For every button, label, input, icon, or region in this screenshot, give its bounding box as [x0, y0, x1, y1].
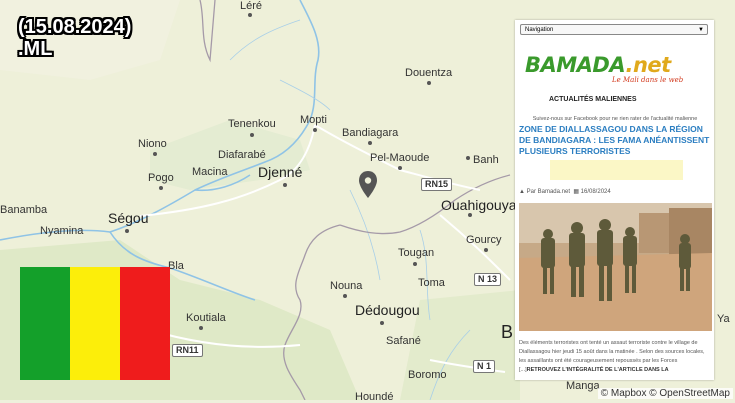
- city-dot: [343, 294, 347, 298]
- city-label: Mopti: [300, 114, 327, 126]
- city-dot: [380, 321, 384, 325]
- city-dot: [250, 133, 254, 137]
- city-label: Bandiagara: [342, 127, 399, 139]
- city-dot: [283, 183, 287, 187]
- calendar-icon: ▦: [573, 189, 579, 195]
- map-pin-icon[interactable]: [357, 170, 379, 202]
- city-label: Tenenkou: [228, 118, 276, 130]
- follow-link[interactable]: Suivez-nous sur Facebook pour ne rien ra…: [519, 116, 711, 122]
- city-label: Gourcy: [466, 234, 502, 246]
- navigation-select-label: Navigation: [525, 27, 554, 33]
- road-shield: N 1: [473, 360, 496, 373]
- city-dot: [398, 166, 402, 170]
- city-dot: [199, 326, 203, 330]
- city-label: Banh: [473, 154, 499, 166]
- city-label: Ya: [717, 313, 730, 325]
- city-dot: [368, 141, 372, 145]
- city-dot: [153, 152, 157, 156]
- city-label: Léré: [240, 0, 263, 12]
- city-label: Macina: [192, 166, 228, 178]
- city-label: Nouna: [330, 280, 363, 292]
- city-dot: [125, 229, 129, 233]
- map-attribution[interactable]: © Mapbox © OpenStreetMap: [597, 388, 733, 399]
- city-dot: [427, 81, 431, 85]
- article-headline[interactable]: ZONE DE DIALLASSAGOU DANS LA RÉGION DE B…: [519, 124, 711, 157]
- city-label: Boromo: [408, 369, 447, 381]
- mali-flag: [20, 267, 170, 380]
- road-shield: RN15: [421, 178, 453, 191]
- ad-placeholder: [550, 160, 683, 180]
- navigation-select[interactable]: Navigation ▼: [520, 24, 708, 35]
- site-logo[interactable]: BAMADA.net: [525, 53, 671, 77]
- date-stamp: (15.08.2024) .ML: [18, 16, 131, 60]
- city-label: Ségou: [108, 210, 149, 226]
- article-author[interactable]: Par Bamada.net: [527, 189, 570, 195]
- city-label: Tougan: [398, 247, 435, 259]
- logo-ext-text: .net: [625, 53, 671, 77]
- city-label: Douentza: [405, 67, 453, 79]
- article-excerpt: Des éléments terroristes ont tenté un as…: [519, 339, 711, 375]
- city-label: Toma: [418, 277, 445, 289]
- article-meta: ▲ Par Bamada.net ▦ 16/08/2024: [519, 188, 611, 195]
- city-label: Bla: [168, 260, 184, 272]
- city-label: Koutiala: [186, 312, 226, 324]
- flag-stripe-green: [20, 267, 70, 380]
- city-dot: [159, 186, 163, 190]
- city-dot: [484, 248, 488, 252]
- section-title: ACTUALITÉS MALIENNES: [549, 96, 637, 103]
- city-dot: [248, 13, 252, 17]
- read-more-link[interactable]: RETROUVEZ L'INTÉGRALITÉ DE L'ARTICLE DAN…: [527, 367, 669, 373]
- road-shield: RN11: [172, 344, 203, 357]
- city-label: Houndé: [355, 391, 394, 403]
- city-label: Banamba: [0, 204, 48, 216]
- city-label: Djenné: [258, 164, 303, 180]
- article-panel: Navigation ▼ BAMADA.net Le Mali dans le …: [515, 20, 714, 380]
- flag-stripe-yellow: [70, 267, 120, 380]
- city-label: Niono: [138, 138, 167, 150]
- author-icon: ▲: [519, 189, 525, 195]
- flag-stripe-red: [120, 267, 170, 380]
- road-shield: N 13: [474, 273, 502, 286]
- article-date: 16/08/2024: [580, 189, 611, 195]
- city-label: Ouahigouya: [441, 197, 517, 213]
- logo-main-text: BAMADA: [525, 53, 626, 77]
- city-label: Safané: [386, 335, 421, 347]
- city-label: Nyamina: [40, 225, 84, 237]
- date-text: (15.08.2024): [18, 16, 132, 38]
- chevron-down-icon: ▼: [698, 27, 704, 33]
- city-dot: [468, 213, 472, 217]
- city-dot: [313, 128, 317, 132]
- article-photo: [519, 203, 712, 331]
- city-label: Pel-Maoude: [370, 152, 430, 164]
- city-dot: [413, 262, 417, 266]
- city-label: Diafarabé: [218, 149, 266, 161]
- domain-text: .ML: [18, 38, 53, 60]
- city-dot: [466, 156, 470, 160]
- city-label: Pogo: [148, 172, 174, 184]
- site-tagline: Le Mali dans le web: [612, 76, 684, 84]
- city-label: Manga: [566, 380, 600, 392]
- city-label: B: [501, 322, 514, 342]
- city-label: Dédougou: [355, 302, 420, 318]
